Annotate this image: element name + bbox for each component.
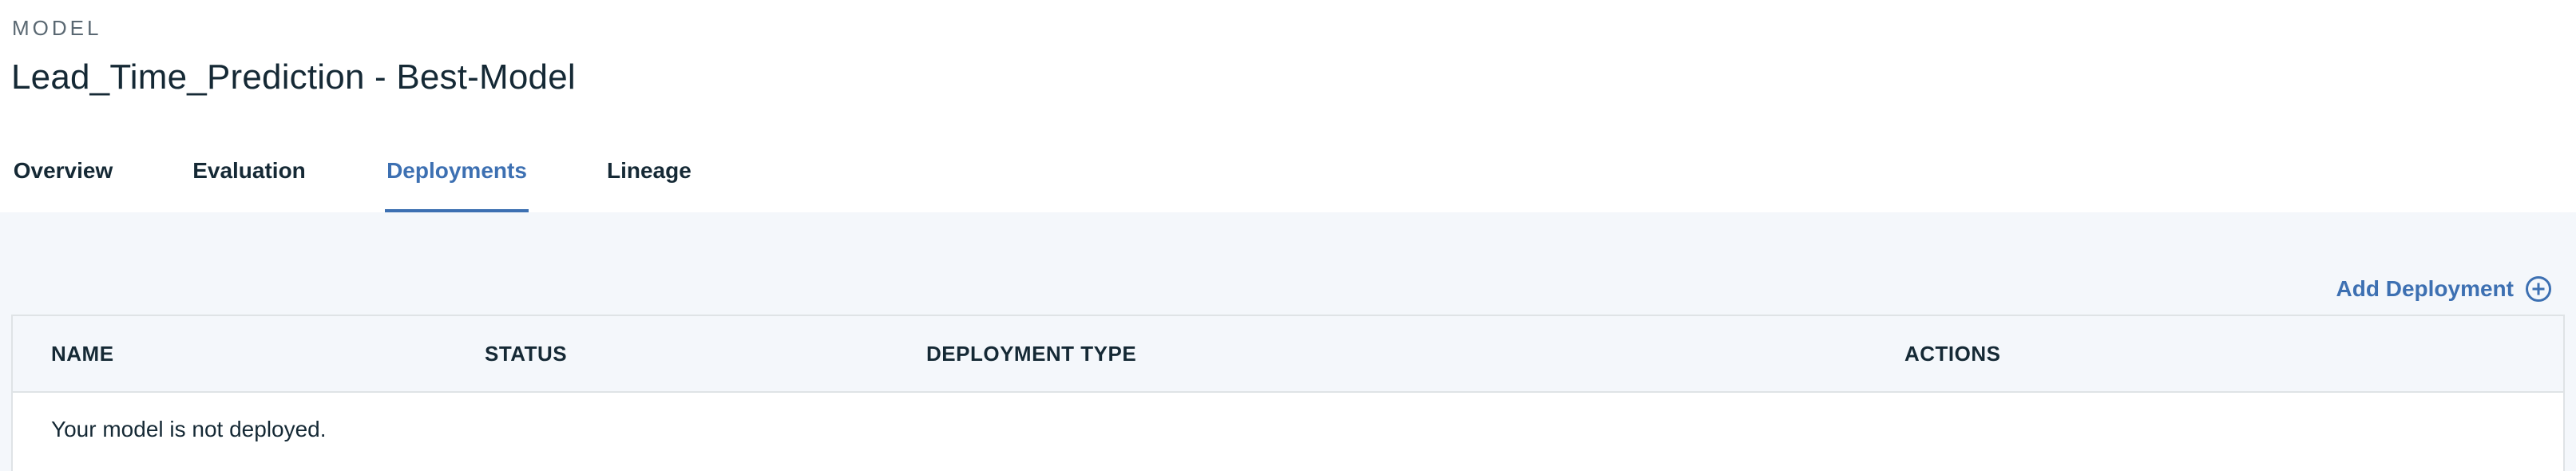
page-header: MODEL Lead_Time_Prediction - Best-Model … <box>0 0 2576 212</box>
tab-label: Lineage <box>607 158 692 183</box>
tab-deployments[interactable]: Deployments <box>385 152 529 212</box>
tab-label: Deployments <box>386 158 527 183</box>
deployments-panel: Add Deployment NAME STATUS DEPLOYMENT TY… <box>0 212 2576 471</box>
tab-label: Overview <box>13 158 113 183</box>
deployments-table: NAME STATUS DEPLOYMENT TYPE ACTIONS Your… <box>11 315 2565 471</box>
add-circle-icon <box>2526 276 2551 302</box>
tab-evaluation[interactable]: Evaluation <box>192 152 307 211</box>
tab-overview[interactable]: Overview <box>13 152 113 211</box>
page-title: Lead_Time_Prediction - Best-Model <box>11 57 576 97</box>
column-header-deployment-type[interactable]: DEPLOYMENT TYPE <box>926 342 1136 366</box>
table-header: NAME STATUS DEPLOYMENT TYPE ACTIONS <box>13 316 2563 393</box>
column-header-name[interactable]: NAME <box>51 342 114 366</box>
model-details-page: MODEL Lead_Time_Prediction - Best-Model … <box>0 0 2576 471</box>
column-header-status[interactable]: STATUS <box>485 342 567 366</box>
tab-label: Evaluation <box>192 158 306 183</box>
column-header-actions[interactable]: ACTIONS <box>1904 342 2001 366</box>
add-deployment-button[interactable]: Add Deployment <box>2336 273 2552 305</box>
empty-state-message: Your model is not deployed. <box>51 417 327 441</box>
add-deployment-label: Add Deployment <box>2336 276 2514 301</box>
tab-lineage[interactable]: Lineage <box>607 152 692 211</box>
page-eyebrow: MODEL <box>12 16 102 40</box>
